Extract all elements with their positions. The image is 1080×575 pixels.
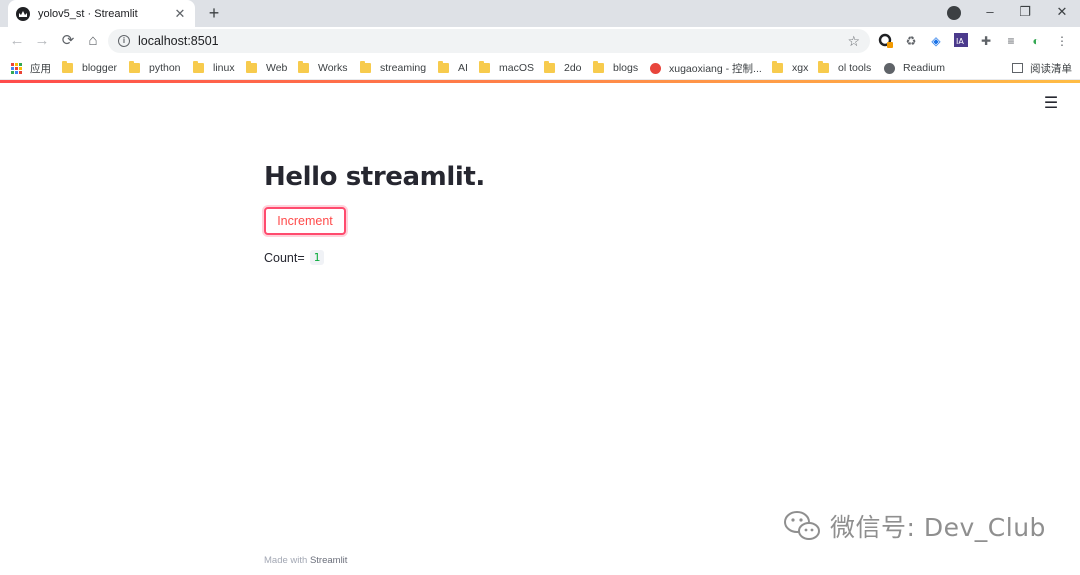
wechat-icon bbox=[784, 511, 820, 540]
folder-icon bbox=[593, 61, 604, 73]
bookmark-macos[interactable]: macOS bbox=[479, 60, 534, 76]
close-window-button[interactable]: ✕ bbox=[1052, 2, 1072, 22]
restore-button[interactable]: ❐ bbox=[1015, 2, 1035, 22]
extension-shield-icon[interactable]: ◐ bbox=[1028, 33, 1044, 49]
extension-layers-icon[interactable]: ◈ bbox=[928, 33, 944, 49]
bookmark-blogger[interactable]: blogger bbox=[62, 60, 117, 76]
folder-icon bbox=[246, 61, 257, 73]
tab-title: yolov5_st · Streamlit bbox=[38, 7, 138, 20]
watermark: 微信号: Dev_Club bbox=[782, 508, 1046, 544]
bookmark-label: ol tools bbox=[838, 62, 872, 74]
reading-list-icon bbox=[1012, 63, 1023, 73]
bookmark-streaming[interactable]: streaming bbox=[360, 60, 426, 76]
page-title: Hello streamlit. bbox=[264, 162, 485, 192]
bookmark-works[interactable]: Works bbox=[298, 60, 348, 76]
svg-text:IA: IA bbox=[956, 37, 964, 46]
folder-icon bbox=[360, 61, 371, 73]
footer: Made with Streamlit bbox=[264, 555, 347, 566]
bookmark-ai[interactable]: AI bbox=[438, 60, 468, 76]
folder-icon bbox=[129, 61, 140, 73]
bookmark-ol-tools[interactable]: ol tools bbox=[818, 60, 871, 76]
new-tab-button[interactable]: + bbox=[204, 3, 224, 23]
extension-record-icon[interactable] bbox=[878, 33, 894, 49]
forward-button[interactable]: → bbox=[32, 31, 52, 51]
bookmark-label: blogs bbox=[613, 62, 639, 74]
browser-menu-icon[interactable]: ⋮ bbox=[1054, 33, 1070, 49]
bookmark-linux[interactable]: linux bbox=[193, 60, 235, 76]
footer-streamlit-link[interactable]: Streamlit bbox=[310, 555, 347, 566]
bookmark-label: Readium bbox=[903, 62, 946, 74]
bookmark-label: blogger bbox=[82, 62, 118, 74]
bookmark-apps[interactable]: 应用 bbox=[11, 60, 51, 76]
reading-list-label: 阅读清单 bbox=[1030, 62, 1072, 75]
bookmark-label: Web bbox=[266, 62, 288, 74]
site-info-icon[interactable]: i bbox=[118, 35, 130, 47]
bookmark-label: xugaoxiang - 控制... bbox=[669, 62, 762, 75]
reload-button[interactable]: ⟳ bbox=[58, 31, 78, 51]
reading-list[interactable]: 阅读清单 bbox=[1012, 60, 1072, 76]
extension-recycle-icon[interactable]: ♻ bbox=[903, 33, 919, 49]
globe-icon bbox=[884, 62, 895, 74]
browser-toolbar: ← → ⟳ ⌂ i localhost:8501 ☆ ♻ ◈ IA ✚ ≡ ◐ … bbox=[0, 27, 1080, 55]
bookmark-blogs[interactable]: blogs bbox=[593, 60, 638, 76]
profile-icon[interactable] bbox=[947, 6, 961, 20]
home-button[interactable]: ⌂ bbox=[83, 31, 103, 51]
watermark-text: 微信号: Dev_Club bbox=[830, 513, 1046, 542]
streamlit-crown-icon bbox=[16, 6, 30, 21]
hamburger-menu-icon[interactable]: ☰ bbox=[1043, 96, 1059, 112]
minimize-button[interactable]: – bbox=[980, 2, 1000, 22]
folder-icon bbox=[298, 61, 309, 73]
bookmark-xugaoxiang[interactable]: xugaoxiang - 控制... bbox=[650, 60, 762, 76]
bookmark-label: xgx bbox=[792, 62, 809, 74]
folder-icon bbox=[818, 61, 829, 73]
folder-icon bbox=[193, 61, 204, 73]
streamlit-top-decoration bbox=[0, 80, 1080, 83]
bookmarks-bar: 应用 blogger python linux Web Works stream… bbox=[0, 55, 1080, 80]
bookmark-label: 应用 bbox=[30, 62, 51, 75]
bookmark-label: linux bbox=[213, 62, 235, 74]
bookmark-python[interactable]: python bbox=[129, 60, 181, 76]
increment-button[interactable]: Increment bbox=[264, 207, 346, 235]
bookmark-xgx[interactable]: xgx bbox=[772, 60, 808, 76]
extension-ia-icon[interactable]: IA bbox=[953, 33, 969, 49]
bookmark-label: 2do bbox=[564, 62, 582, 74]
count-value: 1 bbox=[309, 250, 325, 265]
gear-red-icon bbox=[650, 62, 661, 74]
folder-icon bbox=[62, 61, 73, 73]
browser-tab[interactable]: yolov5_st · Streamlit ✕ bbox=[8, 0, 195, 27]
folder-icon bbox=[438, 61, 449, 73]
bookmark-label: Works bbox=[318, 62, 348, 74]
count-display: Count= 1 bbox=[264, 250, 325, 265]
folder-icon bbox=[479, 61, 490, 73]
bookmark-star-icon[interactable]: ☆ bbox=[847, 33, 860, 50]
folder-icon bbox=[544, 61, 555, 73]
folder-icon bbox=[772, 61, 783, 73]
bookmark-label: AI bbox=[458, 62, 468, 74]
bookmark-label: streaming bbox=[380, 62, 427, 74]
back-button[interactable]: ← bbox=[7, 31, 27, 51]
bookmark-label: macOS bbox=[499, 62, 535, 74]
tab-close-icon[interactable]: ✕ bbox=[173, 6, 187, 22]
count-label: Count= bbox=[264, 250, 305, 265]
extensions-puzzle-icon[interactable]: ✚ bbox=[978, 33, 994, 49]
url-text[interactable]: localhost:8501 bbox=[138, 34, 847, 48]
apps-grid-icon bbox=[11, 62, 22, 74]
bookmark-label: python bbox=[149, 62, 181, 74]
media-queue-icon[interactable]: ≡ bbox=[1003, 33, 1019, 49]
footer-prefix: Made with bbox=[264, 555, 308, 566]
tab-strip: yolov5_st · Streamlit ✕ + – ❐ ✕ bbox=[0, 0, 1080, 27]
bookmark-web[interactable]: Web bbox=[246, 60, 287, 76]
address-bar[interactable]: i localhost:8501 ☆ bbox=[108, 29, 870, 53]
bookmark-2do[interactable]: 2do bbox=[544, 60, 582, 76]
bookmark-readium[interactable]: Readium bbox=[884, 60, 945, 76]
